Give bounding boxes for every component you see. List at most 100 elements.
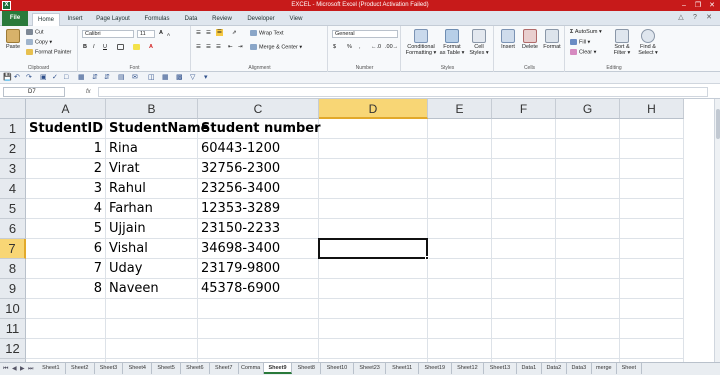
row-header-7[interactable]: 7 xyxy=(0,239,26,259)
bold-button[interactable]: B xyxy=(83,44,87,51)
fx-icon[interactable]: fx xyxy=(86,87,91,97)
cell-c6[interactable]: 23150-2233 xyxy=(198,219,319,239)
font-name-select[interactable]: Calibri xyxy=(82,30,134,38)
sort-desc-icon[interactable]: ⇵ xyxy=(104,73,110,83)
row-header-4[interactable]: 4 xyxy=(0,179,26,199)
cell-e9[interactable] xyxy=(428,279,492,299)
sheet-tab-sheet4[interactable]: Sheet4 xyxy=(123,363,153,374)
column-header-b[interactable]: B xyxy=(106,99,198,119)
delete-cells-button[interactable]: Delete xyxy=(519,29,541,50)
cell-d1[interactable] xyxy=(319,119,428,139)
cell-g3[interactable] xyxy=(556,159,620,179)
tab-view[interactable]: View xyxy=(284,13,308,26)
cell-f8[interactable] xyxy=(492,259,556,279)
merge-center-button[interactable]: Merge & Center ▾ xyxy=(250,44,302,51)
cell-c11[interactable] xyxy=(198,319,319,339)
cell-a6[interactable]: 5 xyxy=(26,219,106,239)
cell-d10[interactable] xyxy=(319,299,428,319)
cell-e10[interactable] xyxy=(428,299,492,319)
help-icon[interactable]: ? xyxy=(690,13,700,23)
align-left-icon[interactable]: ☰ xyxy=(196,44,201,51)
format-painter-button[interactable]: Format Painter xyxy=(26,49,71,56)
restore-icon[interactable]: ❐ xyxy=(691,0,705,11)
pivot-icon[interactable]: ▩ xyxy=(176,73,183,83)
cell-d4[interactable] xyxy=(319,179,428,199)
cell-e12[interactable] xyxy=(428,339,492,359)
cell-a10[interactable] xyxy=(26,299,106,319)
format-cells-button[interactable]: Format xyxy=(541,29,563,50)
name-box[interactable]: D7 xyxy=(3,87,65,97)
close-icon[interactable]: ✕ xyxy=(705,0,719,11)
percent-button[interactable]: % xyxy=(347,44,352,51)
cell-h5[interactable] xyxy=(620,199,684,219)
tab-file[interactable]: File xyxy=(2,11,28,26)
copy-button[interactable]: Copy ▾ xyxy=(26,39,52,46)
cell-c3[interactable]: 32756-2300 xyxy=(198,159,319,179)
insert-cells-button[interactable]: Insert xyxy=(497,29,519,50)
cell-a9[interactable]: 8 xyxy=(26,279,106,299)
decrease-decimal-icon[interactable]: .00→ xyxy=(385,44,398,51)
sheet-tab-sheet8[interactable]: Sheet8 xyxy=(292,363,322,374)
cell-f9[interactable] xyxy=(492,279,556,299)
cell-b4[interactable]: Rahul xyxy=(106,179,198,199)
cell-h4[interactable] xyxy=(620,179,684,199)
column-header-c[interactable]: C xyxy=(198,99,319,119)
column-header-d[interactable]: D xyxy=(319,99,428,119)
decrease-indent-icon[interactable]: ⇤ xyxy=(228,44,233,51)
cell-d8[interactable] xyxy=(319,259,428,279)
cell-e2[interactable] xyxy=(428,139,492,159)
cell-d9[interactable] xyxy=(319,279,428,299)
cell-h6[interactable] xyxy=(620,219,684,239)
cell-h7[interactable] xyxy=(620,239,684,259)
spelling-icon[interactable]: ✓ xyxy=(52,73,58,83)
sheet-tab-sheet7[interactable]: Sheet7 xyxy=(209,363,239,374)
formula-input[interactable] xyxy=(98,87,708,97)
cell-g6[interactable] xyxy=(556,219,620,239)
cell-a1[interactable]: StudentID xyxy=(26,119,106,139)
find-select-button[interactable]: Find & Select ▾ xyxy=(636,29,660,56)
cell-h10[interactable] xyxy=(620,299,684,319)
row-header-10[interactable]: 10 xyxy=(0,299,26,319)
cut-button[interactable]: Cut xyxy=(26,29,44,36)
sheet-tab-sheet[interactable]: Sheet xyxy=(616,363,642,374)
row-header-8[interactable]: 8 xyxy=(0,259,26,279)
cell-b10[interactable] xyxy=(106,299,198,319)
cell-f5[interactable] xyxy=(492,199,556,219)
cell-a2[interactable]: 1 xyxy=(26,139,106,159)
autosum-button[interactable]: Σ AutoSum ▾ xyxy=(570,29,602,36)
bottom-align-icon[interactable]: ☰ xyxy=(216,29,223,36)
sheet-tab-sheet9[interactable]: Sheet9 xyxy=(263,363,293,374)
column-header-e[interactable]: E xyxy=(428,99,492,119)
undo-icon[interactable]: ↶ xyxy=(14,73,20,83)
wrap-text-button[interactable]: Wrap Text xyxy=(250,30,284,37)
cell-e5[interactable] xyxy=(428,199,492,219)
cell-c1[interactable]: Student number xyxy=(198,119,321,139)
increase-decimal-icon[interactable]: ←.0 xyxy=(371,44,381,51)
save-icon[interactable]: 💾 xyxy=(3,73,12,83)
paste-button[interactable]: Paste xyxy=(3,29,23,50)
print-preview-icon[interactable]: ▣ xyxy=(40,73,47,83)
first-sheet-icon[interactable]: ⏮ xyxy=(3,365,8,374)
sheet-tab-sheet12[interactable]: Sheet12 xyxy=(451,363,485,374)
cell-e8[interactable] xyxy=(428,259,492,279)
cell-a3[interactable]: 2 xyxy=(26,159,106,179)
cell-c8[interactable]: 23179-9800 xyxy=(198,259,319,279)
cell-f7[interactable] xyxy=(492,239,556,259)
borders-button[interactable] xyxy=(117,44,126,51)
top-align-icon[interactable]: ☰ xyxy=(196,30,201,37)
cell-h3[interactable] xyxy=(620,159,684,179)
cell-a4[interactable]: 3 xyxy=(26,179,106,199)
cell-f10[interactable] xyxy=(492,299,556,319)
tab-developer[interactable]: Developer xyxy=(240,13,282,26)
scroll-thumb[interactable] xyxy=(716,109,720,139)
middle-align-icon[interactable]: ☰ xyxy=(206,30,211,37)
next-sheet-icon[interactable]: ▶ xyxy=(20,365,25,374)
last-sheet-icon[interactable]: ⏭ xyxy=(28,365,33,374)
cell-d12[interactable] xyxy=(319,339,428,359)
italic-button[interactable]: I xyxy=(93,44,95,51)
cell-b3[interactable]: Virat xyxy=(106,159,198,179)
cell-f1[interactable] xyxy=(492,119,556,139)
column-header-h[interactable]: H xyxy=(620,99,684,119)
cell-styles-button[interactable]: Cell Styles ▾ xyxy=(466,29,492,56)
cell-b1[interactable]: StudentName xyxy=(106,119,209,139)
